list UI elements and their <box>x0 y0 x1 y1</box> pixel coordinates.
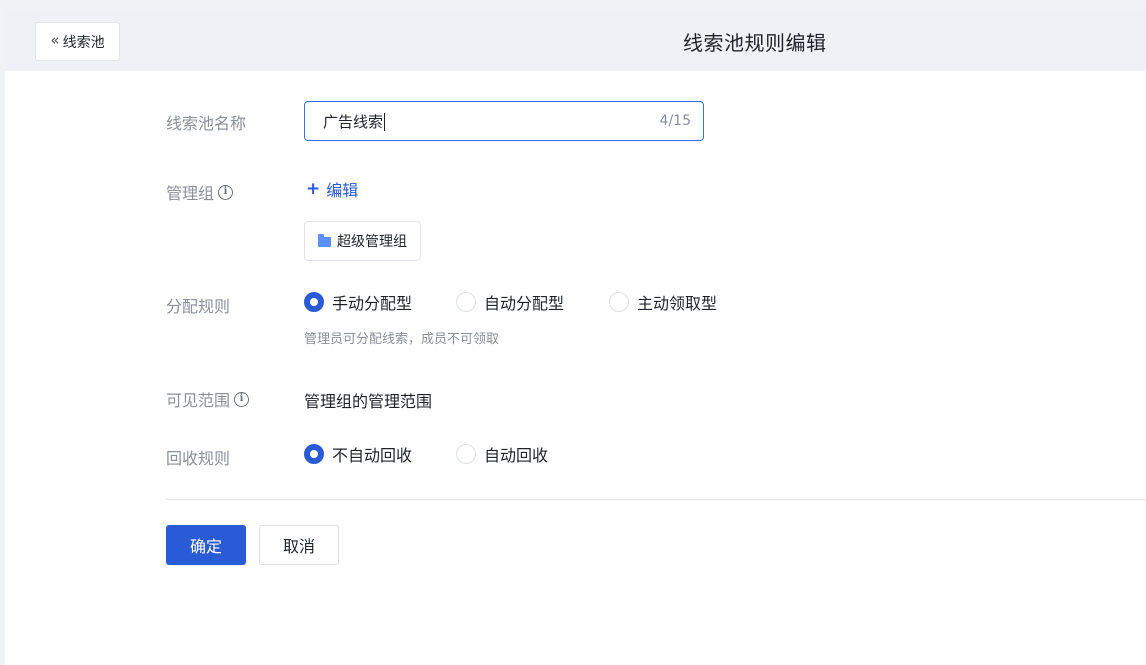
folder-icon <box>318 234 331 247</box>
radio-unchecked-icon <box>456 292 476 312</box>
name-label: 线索池名称 <box>166 110 246 134</box>
edit-admin-group-link[interactable]: + 编辑 <box>306 177 358 201</box>
admin-group-tag-label: 超级管理组 <box>337 234 407 250</box>
recycle-rule-radio-group: 不自动回收 自动回收 <box>304 442 548 466</box>
radio-auto-assign[interactable]: 自动分配型 <box>456 290 609 314</box>
admin-group-label-text: 管理组 <box>166 184 215 203</box>
radio-label: 手动分配型 <box>332 294 413 313</box>
visible-scope-value: 管理组的管理范围 <box>304 392 433 411</box>
visible-scope-label: 可见范围 i <box>166 387 250 411</box>
radio-label: 自动分配型 <box>484 294 565 313</box>
radio-auto-recycle[interactable]: 自动回收 <box>456 442 548 466</box>
back-button-label: 线索池 <box>62 34 105 51</box>
radio-label: 主动领取型 <box>637 294 718 313</box>
radio-unchecked-icon <box>456 444 476 464</box>
assign-rule-label-text: 分配规则 <box>166 297 231 316</box>
pool-name-input[interactable]: 广告线索 4/15 <box>304 101 704 141</box>
radio-label: 自动回收 <box>484 446 549 465</box>
cancel-button[interactable]: 取消 <box>259 525 339 565</box>
top-bar: « 线索池 线索池规则编辑 <box>5 10 1146 71</box>
radio-self-claim[interactable]: 主动领取型 <box>609 290 717 314</box>
pool-name-value: 广告线索 <box>323 111 660 132</box>
assign-rule-label: 分配规则 <box>166 293 230 317</box>
edit-link-label: 编辑 <box>326 181 359 200</box>
radio-checked-icon <box>304 292 324 312</box>
form-divider <box>166 499 1146 500</box>
page-container: « 线索池 线索池规则编辑 线索池名称 广告线索 4/15 管理组 i + 编辑… <box>5 10 1146 665</box>
double-chevron-left-icon: « <box>50 31 60 49</box>
admin-group-tag[interactable]: 超级管理组 <box>304 221 421 261</box>
recycle-rule-label-text: 回收规则 <box>166 449 231 468</box>
visible-scope-label-text: 可见范围 <box>166 391 231 410</box>
name-label-text: 线索池名称 <box>166 114 247 133</box>
plus-icon: + <box>306 179 321 199</box>
back-button[interactable]: « 线索池 <box>35 22 120 61</box>
info-icon[interactable]: i <box>234 391 250 407</box>
text-caret <box>384 113 386 131</box>
radio-checked-icon <box>304 444 324 464</box>
radio-unchecked-icon <box>609 292 629 312</box>
page-title: 线索池规则编辑 <box>683 31 827 55</box>
radio-no-auto-recycle[interactable]: 不自动回收 <box>304 442 456 466</box>
radio-manual-assign[interactable]: 手动分配型 <box>304 290 456 314</box>
radio-label: 不自动回收 <box>332 446 413 465</box>
info-icon[interactable]: i <box>218 184 234 200</box>
assign-rule-hint: 管理员可分配线索，成员不可领取 <box>304 332 500 347</box>
admin-group-label: 管理组 i <box>166 180 234 204</box>
assign-rule-radio-group: 手动分配型 自动分配型 主动领取型 <box>304 290 717 314</box>
char-counter: 4/15 <box>659 113 691 129</box>
recycle-rule-label: 回收规则 <box>166 445 230 469</box>
pool-name-text: 广告线索 <box>323 112 384 131</box>
confirm-button[interactable]: 确定 <box>166 525 246 565</box>
